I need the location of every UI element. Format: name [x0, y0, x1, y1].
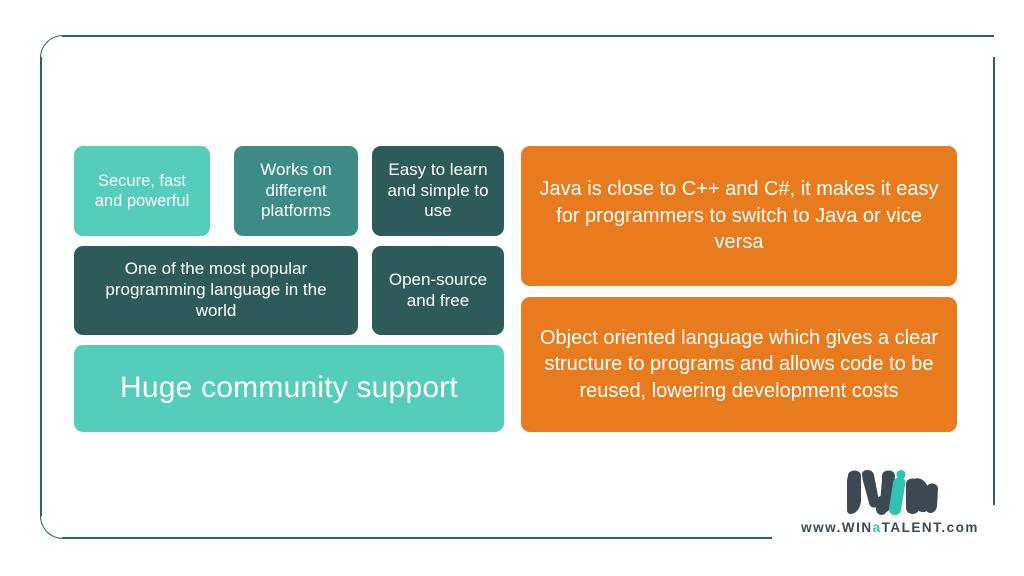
- frame-bottom-edge: [62, 537, 772, 539]
- feature-card-easy-to-learn: Easy to learn and simple to use: [372, 146, 504, 236]
- description-card-java-close-to-cpp-csharp: Java is close to C++ and C#, it makes it…: [521, 146, 957, 286]
- feature-card-open-source-and-free: Open-source and free: [372, 246, 504, 335]
- frame-right-edge: [993, 57, 995, 505]
- brand-logo: www.WINaTALENT.com: [784, 470, 996, 542]
- frame-corner-bottom-left: [40, 516, 63, 539]
- slide-canvas: Secure, fast and powerful Works on diffe…: [0, 0, 1024, 576]
- frame-left-edge: [40, 57, 42, 516]
- brand-url-suffix: .com: [941, 520, 979, 535]
- frame-top-edge: [62, 35, 994, 37]
- brand-url-prefix: www.: [801, 520, 842, 535]
- brand-url-text: www.WINaTALENT.com: [784, 520, 996, 535]
- feature-card-huge-community-support: Huge community support: [74, 345, 504, 432]
- feature-card-works-on-different-platforms: Works on different platforms: [234, 146, 358, 236]
- feature-card-secure-fast-powerful: Secure, fast and powerful: [74, 146, 210, 236]
- winatalent-logo-icon: [847, 470, 938, 516]
- feature-card-most-popular-language: One of the most popular programming lang…: [74, 246, 358, 335]
- description-card-object-oriented-language: Object oriented language which gives a c…: [521, 297, 957, 432]
- frame-corner-top-left: [40, 35, 63, 58]
- brand-url-talent: TALENT: [881, 520, 942, 535]
- brand-url-win: WIN: [841, 520, 873, 535]
- brand-url-a-accent: a: [872, 520, 882, 535]
